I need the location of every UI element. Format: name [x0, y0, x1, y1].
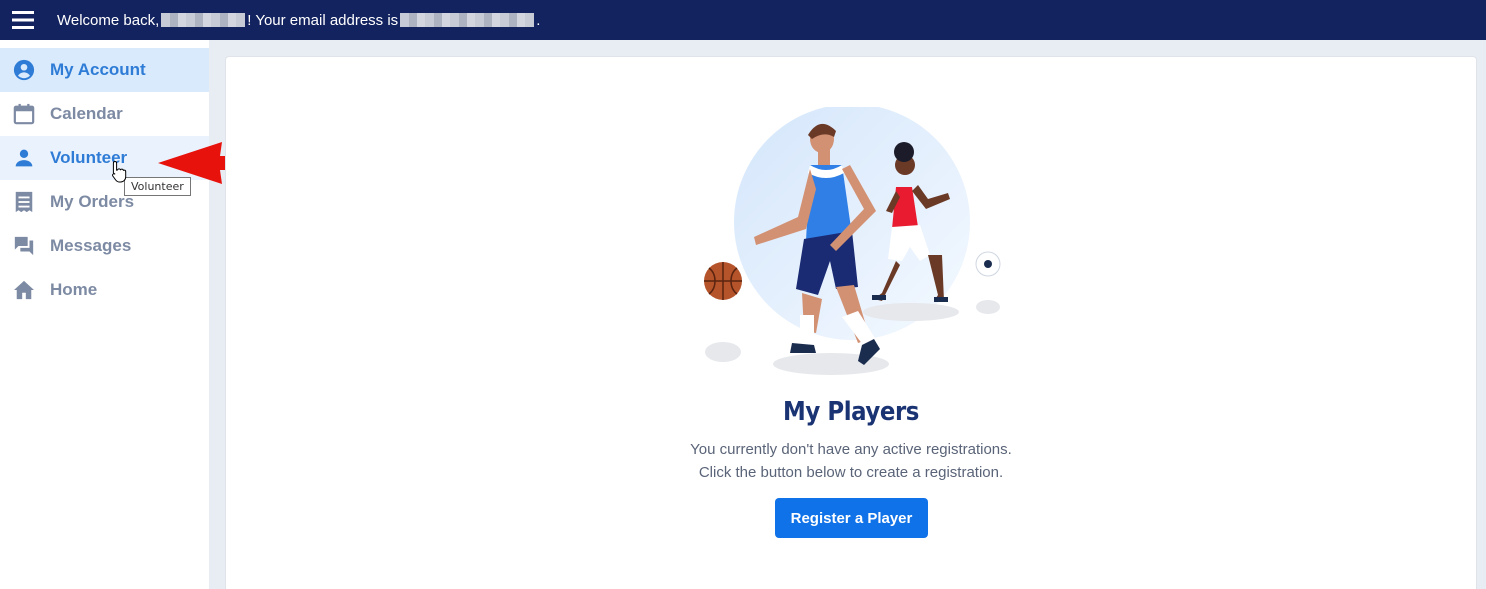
sidebar-item-messages[interactable]: Messages: [0, 224, 209, 268]
top-bar: Welcome back, ! Your email address is .: [0, 0, 1486, 40]
welcome-message: Welcome back, ! Your email address is .: [57, 12, 540, 29]
welcome-prefix: Welcome back,: [57, 11, 160, 29]
players-illustration: [704, 107, 1001, 375]
empty-state-instruction: Click the button below to create a regis…: [698, 464, 1004, 481]
sidebar-item-label: Home: [50, 280, 98, 299]
hamburger-menu-icon[interactable]: [0, 0, 46, 40]
hand-cursor-icon: [112, 160, 127, 183]
email-suffix: .: [536, 11, 541, 29]
sidebar-item-label: Calendar: [50, 104, 123, 123]
redacted-email: [400, 13, 535, 27]
calendar-icon: [13, 103, 35, 125]
sidebar-item-my-account[interactable]: My Account: [0, 48, 209, 92]
receipt-icon: [13, 191, 35, 213]
sidebar-item-calendar[interactable]: Calendar: [0, 92, 209, 136]
page-title: My Players: [783, 397, 919, 427]
sidebar: My Account Calendar Volunteer My Orders …: [0, 40, 209, 589]
sidebar-item-label: My Orders: [50, 192, 135, 211]
my-players-card: My Players You currently don't have any …: [225, 56, 1477, 589]
sidebar-item-label: Messages: [50, 236, 132, 255]
redacted-user-name: [161, 13, 246, 27]
sidebar-item-home[interactable]: Home: [0, 268, 209, 312]
person-icon: [13, 147, 35, 169]
account-circle-icon: [13, 59, 35, 81]
home-icon: [13, 279, 35, 301]
volunteer-tooltip: Volunteer: [124, 177, 191, 196]
sidebar-item-label: My Account: [50, 60, 146, 79]
chat-icon: [13, 235, 35, 257]
email-prefix: ! Your email address is: [247, 11, 399, 29]
empty-state-message: You currently don't have any active regi…: [690, 441, 1012, 458]
register-player-button[interactable]: Register a Player: [775, 498, 928, 538]
